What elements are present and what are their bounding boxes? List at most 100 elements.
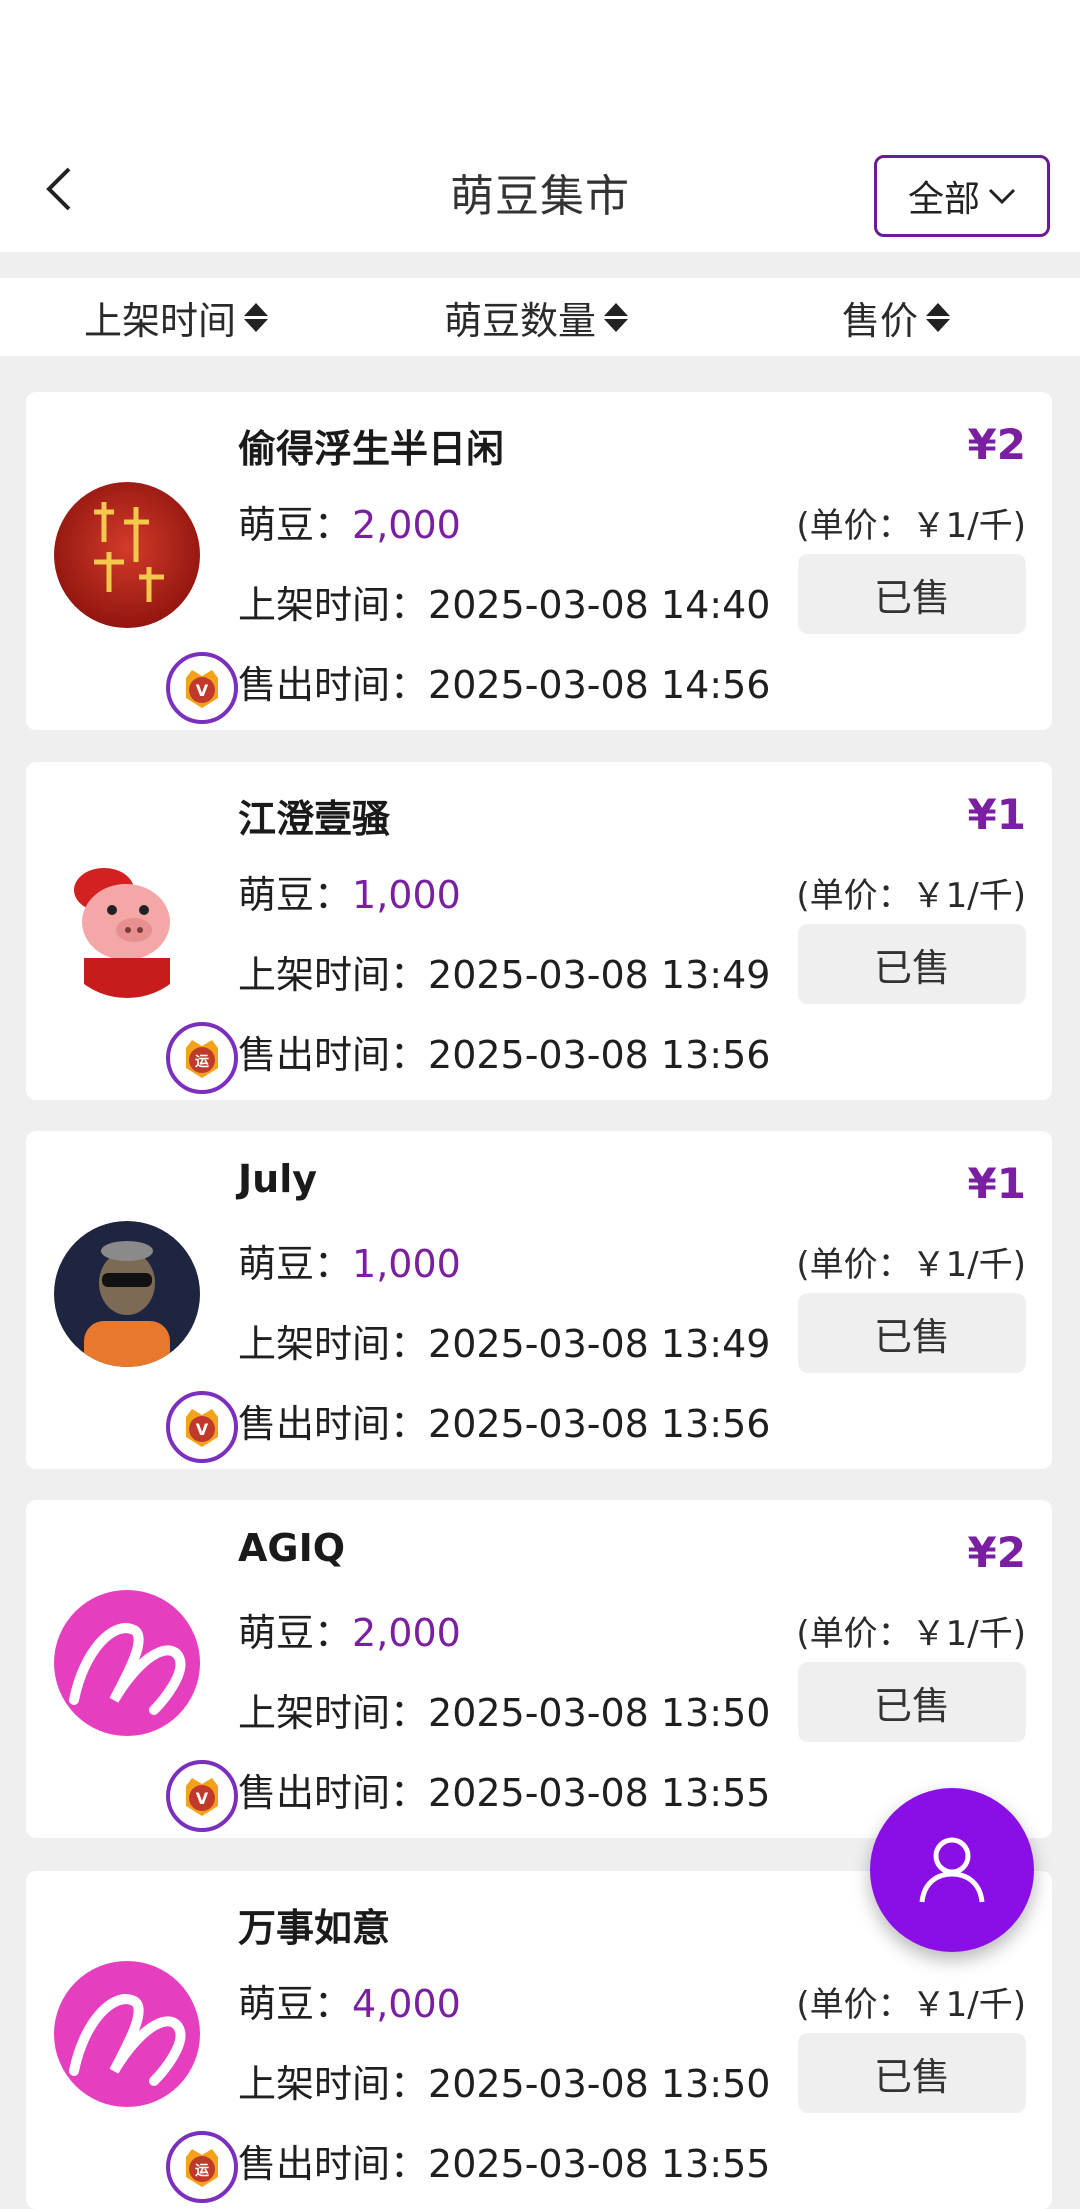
listed-time-row: 上架时间：2025-03-08 13:49 bbox=[238, 1313, 770, 1368]
listed-time-row: 上架时间：2025-03-08 13:49 bbox=[238, 944, 770, 999]
listing-card[interactable]: V 偷得浮生半日闲 萌豆：2,000 上架时间：2025-03-08 14:40… bbox=[26, 392, 1052, 730]
seller-avatar[interactable]: V bbox=[54, 482, 238, 724]
profile-fab-button[interactable] bbox=[870, 1788, 1034, 1952]
svg-text:运: 运 bbox=[195, 2163, 209, 2179]
bean-amount-row: 萌豆：4,000 bbox=[238, 1973, 461, 2028]
sale-price: ¥1 bbox=[967, 790, 1026, 839]
bean-label: 萌豆： bbox=[238, 1982, 353, 2026]
bean-label: 萌豆： bbox=[238, 1611, 353, 1655]
sort-bar: 上架时间 萌豆数量 售价 bbox=[0, 278, 1080, 356]
level-badge: V bbox=[166, 1760, 238, 1832]
seller-avatar[interactable]: V bbox=[54, 1221, 238, 1463]
svg-text:V: V bbox=[196, 681, 209, 700]
sold-status-button[interactable]: 已售 bbox=[798, 1662, 1026, 1742]
seller-name: 偷得浮生半日闲 bbox=[238, 427, 505, 471]
listed-label: 上架时间： bbox=[238, 583, 429, 627]
sold-status-button[interactable]: 已售 bbox=[798, 924, 1026, 1004]
listed-time-row: 上架时间：2025-03-08 14:40 bbox=[238, 574, 770, 629]
sold-time-row: 售出时间：2025-03-08 13:55 bbox=[238, 1762, 770, 1817]
sold-time: 2025-03-08 13:55 bbox=[428, 1771, 771, 1815]
listed-label: 上架时间： bbox=[238, 2062, 429, 2106]
bean-amount: 2,000 bbox=[352, 1611, 461, 1655]
avatar-image bbox=[54, 852, 200, 998]
listed-time: 2025-03-08 13:50 bbox=[428, 1691, 771, 1735]
sold-label: 售出时间： bbox=[238, 663, 429, 707]
sold-time: 2025-03-08 13:55 bbox=[428, 2142, 771, 2186]
sold-time-row: 售出时间：2025-03-08 13:55 bbox=[238, 2133, 770, 2188]
avatar-image bbox=[54, 1961, 200, 2107]
filter-dropdown[interactable]: 全部 bbox=[874, 155, 1050, 237]
svg-text:V: V bbox=[196, 1789, 209, 1808]
listing-card[interactable]: 运 江澄壹骚 萌豆：1,000 上架时间：2025-03-08 13:49 售出… bbox=[26, 762, 1052, 1100]
seller-name: July bbox=[238, 1157, 317, 1201]
sold-status-button[interactable]: 已售 bbox=[798, 1293, 1026, 1373]
unit-price: (单价：￥1/千) bbox=[796, 876, 1026, 916]
level-badge: V bbox=[166, 1391, 238, 1463]
sold-time-row: 售出时间：2025-03-08 13:56 bbox=[238, 1393, 770, 1448]
sold-time: 2025-03-08 13:56 bbox=[428, 1033, 771, 1077]
sort-arrows-icon bbox=[244, 302, 269, 332]
listing-card[interactable]: V July 萌豆：1,000 上架时间：2025-03-08 13:49 售出… bbox=[26, 1131, 1052, 1469]
sort-bean-count[interactable]: 萌豆数量 bbox=[444, 290, 629, 344]
filter-label: 全部 bbox=[907, 179, 980, 220]
unit-price: (单价：￥1/千) bbox=[796, 1614, 1026, 1654]
seller-name: 江澄壹骚 bbox=[238, 797, 391, 841]
sold-label: 售出时间： bbox=[238, 1402, 429, 1446]
sold-time: 2025-03-08 13:56 bbox=[428, 1402, 771, 1446]
unit-price: (单价：￥1/千) bbox=[796, 506, 1026, 546]
listed-label: 上架时间： bbox=[238, 1322, 429, 1366]
sold-label: 售出时间： bbox=[238, 2142, 429, 2186]
unit-price: (单价：￥1/千) bbox=[796, 1245, 1026, 1285]
sort-label: 上架时间 bbox=[84, 298, 237, 343]
sort-label: 萌豆数量 bbox=[444, 298, 597, 343]
user-icon bbox=[919, 1837, 985, 1903]
sort-price[interactable]: 售价 bbox=[842, 290, 951, 344]
bean-label: 萌豆： bbox=[238, 1242, 353, 1286]
sort-arrows-icon bbox=[604, 302, 629, 332]
seller-avatar[interactable]: V bbox=[54, 1590, 238, 1832]
sold-status-button[interactable]: 已售 bbox=[798, 554, 1026, 634]
seller-name: AGIQ bbox=[238, 1526, 346, 1570]
level-badge: 运 bbox=[166, 1022, 238, 1094]
listed-time: 2025-03-08 13:49 bbox=[428, 953, 771, 997]
vip-badge-icon: V bbox=[186, 1409, 218, 1447]
svg-text:V: V bbox=[196, 1420, 209, 1439]
listed-time: 2025-03-08 13:50 bbox=[428, 2062, 771, 2106]
avatar-image bbox=[54, 1590, 200, 1736]
sold-label: 售出时间： bbox=[238, 1033, 429, 1077]
bean-amount-row: 萌豆：2,000 bbox=[238, 494, 461, 549]
bean-amount: 2,000 bbox=[352, 503, 461, 547]
bean-amount-row: 萌豆：1,000 bbox=[238, 864, 461, 919]
sold-time-row: 售出时间：2025-03-08 13:56 bbox=[238, 1024, 770, 1079]
seller-avatar[interactable]: 运 bbox=[54, 1961, 238, 2203]
level-badge: 运 bbox=[166, 2131, 238, 2203]
listed-time-row: 上架时间：2025-03-08 13:50 bbox=[238, 2053, 770, 2108]
listed-time-row: 上架时间：2025-03-08 13:50 bbox=[238, 1682, 770, 1737]
bean-amount-row: 萌豆：2,000 bbox=[238, 1602, 461, 1657]
vip-badge-icon: V bbox=[186, 670, 218, 708]
listed-label: 上架时间： bbox=[238, 953, 429, 997]
luck-badge-icon: 运 bbox=[186, 2149, 218, 2187]
sort-arrows-icon bbox=[926, 302, 951, 332]
sort-listed-time[interactable]: 上架时间 bbox=[84, 290, 269, 344]
bean-amount-row: 萌豆：1,000 bbox=[238, 1233, 461, 1288]
top-bar: 萌豆集市 全部 bbox=[0, 0, 1080, 252]
svg-text:运: 运 bbox=[195, 1054, 209, 1070]
sale-price: ¥1 bbox=[967, 1159, 1026, 1208]
seller-avatar[interactable]: 运 bbox=[54, 852, 238, 1094]
bean-label: 萌豆： bbox=[238, 873, 353, 917]
sold-status-button[interactable]: 已售 bbox=[798, 2033, 1026, 2113]
chevron-down-icon bbox=[988, 188, 1016, 205]
sale-price: ¥2 bbox=[967, 420, 1026, 469]
seller-name: 万事如意 bbox=[238, 1906, 391, 1950]
bean-amount: 1,000 bbox=[352, 873, 461, 917]
unit-price: (单价：￥1/千) bbox=[796, 1985, 1026, 2025]
sold-label: 售出时间： bbox=[238, 1771, 429, 1815]
bean-label: 萌豆： bbox=[238, 503, 353, 547]
luck-badge-icon: 运 bbox=[186, 1040, 218, 1078]
avatar-image bbox=[54, 482, 200, 628]
bean-amount: 4,000 bbox=[352, 1982, 461, 2026]
vip-badge-icon: V bbox=[186, 1778, 218, 1816]
sold-time-row: 售出时间：2025-03-08 14:56 bbox=[238, 654, 770, 709]
listing-card[interactable]: V AGIQ 萌豆：2,000 上架时间：2025-03-08 13:50 售出… bbox=[26, 1500, 1052, 1838]
